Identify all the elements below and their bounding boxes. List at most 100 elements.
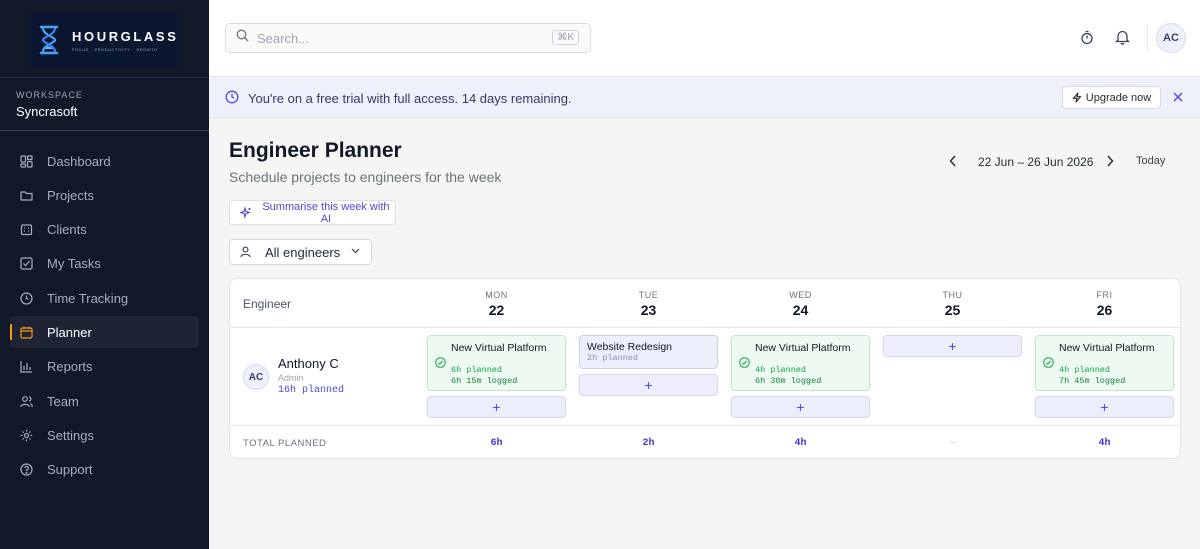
task-planned: 4h planned (755, 365, 807, 375)
sparkles-icon (240, 206, 252, 219)
person-icon (240, 246, 251, 258)
day-of-week: TUE (638, 290, 659, 300)
task-logged: 7h 45m logged (1059, 376, 1126, 386)
total-planned-fri: 4h (1098, 438, 1111, 449)
sidebar-item-label: Reports (47, 359, 93, 375)
sidebar-item-label: My Tasks (47, 256, 101, 272)
upgrade-button[interactable]: Upgrade now (1062, 86, 1161, 109)
search-box[interactable]: ⌘K (225, 23, 591, 53)
day-of-week: THU (942, 290, 963, 300)
add-task-button-thu[interactable]: + (883, 335, 1022, 357)
top-bar: ⌘K AC (209, 0, 1200, 77)
week-range: 22 Jun – 26 Jun 2026 (978, 155, 1094, 169)
help-icon (20, 463, 33, 476)
search-shortcut-badge: ⌘K (552, 30, 579, 45)
sidebar-item-support[interactable]: Support (10, 454, 199, 486)
day-of-week: WED (789, 290, 812, 300)
total-planned-label: TOTAL PLANNED (243, 438, 327, 449)
page-title: Engineer Planner (229, 139, 402, 162)
sidebar-item-team[interactable]: Team (10, 385, 199, 417)
task-name: Website Redesign (587, 341, 673, 353)
check-circle-icon (1043, 357, 1054, 368)
user-avatar[interactable]: AC (1156, 23, 1186, 53)
engineer-filter-dropdown[interactable]: All engineers (229, 239, 372, 265)
summarise-ai-button-label: Summarise this week with AI (262, 200, 390, 225)
close-icon[interactable] (1171, 90, 1185, 104)
task-name: New Virtual Platform (1059, 342, 1155, 354)
sidebar-item-time-tracking[interactable]: Time Tracking (10, 282, 199, 314)
day-of-week: FRI (1096, 290, 1113, 300)
task-card-fri[interactable]: New Virtual Platform 4h planned 7h 45m l… (1035, 335, 1174, 391)
trial-banner: You're on a free trial with full access.… (209, 78, 1200, 118)
upgrade-button-label: Upgrade now (1085, 91, 1152, 104)
sidebar-item-projects[interactable]: Projects (10, 179, 199, 211)
check-circle-icon (739, 357, 750, 368)
lightning-icon (1072, 92, 1082, 103)
sidebar-divider (0, 77, 209, 78)
sidebar-item-label: Support (47, 462, 93, 478)
day-header-wed: WED 24 (731, 290, 870, 318)
engineer-filter-value: All engineers (265, 244, 341, 260)
sidebar-item-label: Planner (47, 324, 92, 340)
task-planned: 2h planned (587, 353, 639, 363)
checkbox-icon (20, 257, 33, 270)
sidebar-item-settings[interactable]: Settings (10, 419, 199, 451)
logo[interactable]: HOURGLASS FOCUS PRODUCTIVITY GROWTH (28, 14, 180, 66)
task-card-tue[interactable]: Website Redesign 2h planned (579, 335, 718, 369)
search-icon (236, 29, 249, 47)
sidebar-item-my-tasks[interactable]: My Tasks (10, 248, 199, 280)
clock-icon (225, 90, 239, 109)
planner-table: Engineer MON 22 TUE 23 WED 24 THU 25 FRI… (229, 278, 1181, 459)
search-input[interactable] (257, 30, 537, 46)
task-card-wed[interactable]: New Virtual Platform 4h planned 6h 30m l… (731, 335, 870, 391)
summarise-ai-button[interactable]: Summarise this week with AI (229, 200, 396, 225)
chevron-down-icon (351, 248, 360, 254)
today-button[interactable]: Today (1136, 155, 1165, 167)
sidebar-item-planner[interactable]: Planner (10, 316, 199, 349)
engineer-role: Admin (278, 373, 304, 383)
task-logged: 6h 30m logged (755, 376, 822, 386)
hourglass-logo-icon (34, 20, 64, 60)
check-circle-icon (435, 357, 446, 368)
day-date: 25 (944, 302, 961, 318)
task-name: New Virtual Platform (451, 342, 547, 354)
day-of-week: MON (485, 290, 508, 300)
sidebar-item-dashboard[interactable]: Dashboard (10, 145, 199, 177)
bell-icon[interactable] (1113, 28, 1131, 46)
add-task-button-wed[interactable]: + (731, 396, 870, 418)
stopwatch-icon[interactable] (1078, 28, 1096, 46)
sidebar-item-reports[interactable]: Reports (10, 351, 199, 383)
calendar-icon (20, 326, 33, 339)
previous-week-button[interactable] (949, 154, 959, 168)
total-planned-wed: 4h (794, 438, 807, 449)
add-task-button-tue[interactable]: + (579, 374, 718, 396)
users-icon (20, 395, 33, 408)
gear-icon (20, 429, 33, 442)
building-icon (20, 223, 33, 236)
add-task-button-fri[interactable]: + (1035, 396, 1174, 418)
logo-wordmark: HOURGLASS (72, 28, 179, 44)
total-planned-tue: 2h (642, 438, 655, 449)
trial-banner-text: You're on a free trial with full access.… (248, 91, 572, 106)
day-date: 24 (792, 302, 809, 318)
engineer-avatar: AC (243, 364, 269, 390)
next-week-button[interactable] (1106, 154, 1116, 168)
sidebar-nav: Dashboard Projects Clients My Tasks Time… (10, 145, 199, 488)
day-date: 26 (1096, 302, 1113, 318)
sidebar: HOURGLASS FOCUS PRODUCTIVITY GROWTH WORK… (0, 0, 209, 549)
task-card-mon[interactable]: New Virtual Platform 6h planned 6h 15m l… (427, 335, 566, 391)
sidebar-divider (0, 130, 209, 131)
workspace-name[interactable]: Syncrasoft (16, 104, 77, 119)
table-header-row: Engineer MON 22 TUE 23 WED 24 THU 25 FRI… (230, 279, 1180, 328)
total-planned-mon: 6h (490, 438, 503, 449)
engineer-name[interactable]: Anthony C (278, 356, 339, 371)
add-task-button-mon[interactable]: + (427, 396, 566, 418)
sidebar-item-label: Team (47, 393, 79, 409)
sidebar-item-label: Projects (47, 187, 94, 203)
bar-chart-icon (20, 360, 33, 373)
sidebar-item-label: Settings (47, 427, 94, 443)
sidebar-item-clients[interactable]: Clients (10, 214, 199, 246)
day-date: 22 (488, 302, 505, 318)
day-header-thu: THU 25 (883, 290, 1022, 318)
day-date: 23 (640, 302, 657, 318)
